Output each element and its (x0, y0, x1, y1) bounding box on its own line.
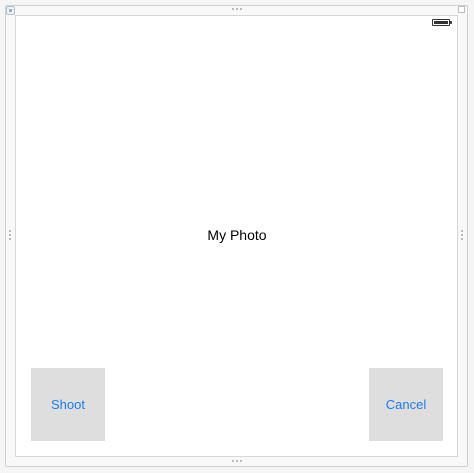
bottom-resize-handle-icon[interactable] (232, 460, 242, 462)
resize-handle-icon[interactable] (458, 6, 465, 13)
battery-icon (432, 19, 452, 26)
left-resize-handle-icon[interactable] (9, 230, 11, 240)
top-resize-handle-icon[interactable] (232, 8, 242, 10)
storyboard-canvas: My Photo Shoot Cancel (0, 0, 474, 473)
scene-dock-icon[interactable] (6, 6, 15, 15)
shoot-button[interactable]: Shoot (31, 368, 105, 441)
battery-fill (434, 21, 448, 24)
photo-label: My Photo (207, 227, 267, 243)
cancel-button[interactable]: Cancel (369, 368, 443, 441)
right-resize-handle-icon[interactable] (461, 230, 463, 240)
